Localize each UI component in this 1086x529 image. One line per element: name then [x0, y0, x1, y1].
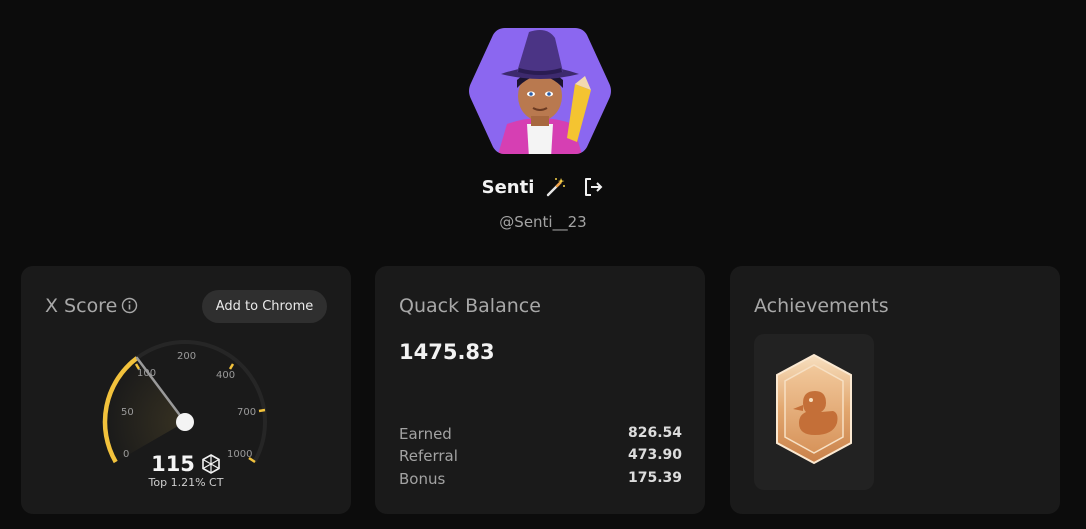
quack-balance-card: Quack Balance 1475.83 Earned 826.54 Refe…: [375, 266, 705, 514]
profile-handle: @Senti__23: [499, 213, 587, 231]
info-icon[interactable]: [121, 297, 138, 314]
breakdown-value: 826.54: [627, 425, 682, 441]
x-score-value: 115: [151, 452, 195, 476]
gauge-tick-mark: [228, 363, 235, 370]
score-row: 115: [21, 452, 351, 476]
x-score-title-row: X Score: [45, 295, 138, 317]
magic-wand-icon: [547, 178, 566, 197]
duck-badge-icon: [776, 353, 852, 465]
gauge-tick-mark: [258, 408, 266, 413]
gauge-tick-label: 700: [237, 407, 256, 418]
gauge-tick-label: 400: [216, 370, 235, 381]
quack-balance-value: 1475.83: [399, 340, 495, 364]
breakdown-row-referral: Referral 473.90: [399, 447, 682, 465]
x-score-rank: Top 1.21% CT: [148, 476, 224, 489]
x-score-title: X Score: [45, 295, 118, 317]
gauge-tick-label: 200: [177, 351, 196, 362]
profile-name-row: Senti: [0, 176, 1086, 198]
add-to-chrome-button[interactable]: Add to Chrome: [202, 290, 327, 323]
cube-icon: [202, 454, 220, 474]
breakdown-label: Referral: [399, 447, 458, 465]
breakdown-value: 473.90: [627, 447, 682, 463]
achievements-title: Achievements: [754, 295, 889, 317]
logout-icon[interactable]: [582, 176, 604, 198]
breakdown-label: Bonus: [399, 470, 446, 488]
breakdown-value: 175.39: [627, 470, 682, 486]
achievements-card: Achievements: [730, 266, 1060, 514]
breakdown-row-bonus: Bonus 175.39: [399, 470, 682, 488]
achievement-badge-tile[interactable]: [754, 334, 874, 490]
gauge-needle-hub: [176, 413, 194, 431]
breakdown-label: Earned: [399, 425, 452, 443]
profile-avatar: [467, 24, 613, 158]
x-score-card: X Score Add to Chrome 0 50 100 200 400 7…: [21, 266, 351, 514]
breakdown-row-earned: Earned 826.54: [399, 425, 682, 443]
gauge-tick-label: 50: [121, 407, 134, 418]
quack-balance-title: Quack Balance: [399, 295, 541, 317]
profile-name: Senti: [481, 176, 535, 198]
